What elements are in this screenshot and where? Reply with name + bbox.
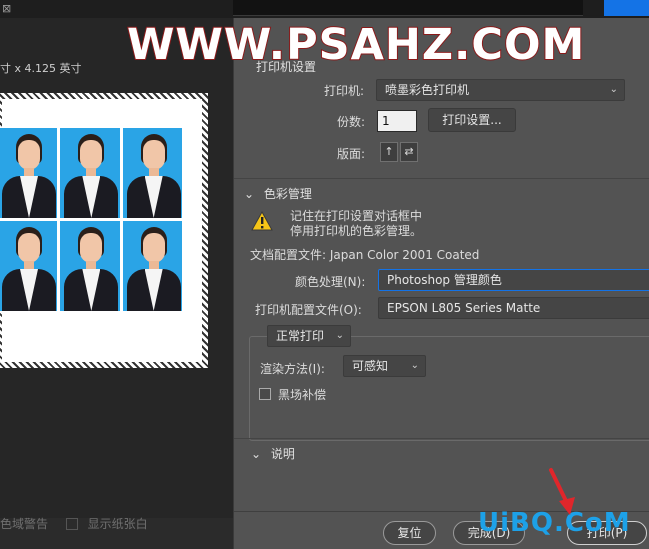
landscape-orientation-icon[interactable]: ⇄ [400, 142, 418, 162]
top-strip: ⊠ [0, 0, 649, 18]
proof-mode-select[interactable]: 正常打印 ⌄ [267, 325, 351, 347]
proof-mode-value: 正常打印 [276, 329, 325, 343]
portrait-orientation-icon[interactable]: ↑ [380, 142, 398, 162]
close-icon[interactable]: ⊠ [2, 2, 20, 16]
chevron-down-icon: ⌄ [251, 447, 262, 461]
top-blue-tab[interactable] [604, 0, 649, 16]
paper-size-label: 寸 x 4.125 英寸 [0, 62, 82, 75]
printer-select[interactable]: 喷墨彩色打印机 ⌄ [376, 79, 625, 101]
paper-white-label[interactable]: 显示纸张白 [88, 517, 148, 531]
gamut-warning-label[interactable]: 色域警告 [0, 517, 48, 531]
description-title: 说明 [270, 447, 295, 461]
document-profile-text: 文档配置文件: Japan Color 2001 Coated [250, 248, 480, 262]
photo-grid [0, 128, 182, 311]
printer-select-value: 喷墨彩色打印机 [385, 83, 470, 97]
color-handling-select[interactable]: Photoshop 管理颜色 [378, 269, 649, 291]
layout-label: 版面: [337, 147, 366, 161]
warning-icon [251, 211, 273, 231]
chevron-down-icon: ⌄ [609, 84, 618, 95]
printer-profile-label: 打印机配置文件(O): [255, 303, 362, 317]
red-arrow-icon [549, 468, 575, 515]
id-photo [0, 221, 58, 311]
render-intent-select[interactable]: 可感知 ⌄ [343, 355, 426, 377]
print-preview-panel: 寸 x 4.125 英寸 色域警告 显示纸张白 [0, 18, 233, 531]
color-handling-value: Photoshop 管理颜色 [387, 273, 502, 287]
warning-line-2: 停用打印机的色彩管理。 [290, 224, 423, 238]
copies-input[interactable]: 1 [377, 110, 417, 132]
id-photo [122, 221, 182, 311]
printer-label: 打印机: [324, 84, 365, 98]
id-photo [60, 128, 120, 218]
id-photo [0, 128, 58, 218]
watermark-top: WWW.PSAHZ.COM [126, 19, 586, 71]
id-photo [122, 128, 182, 218]
divider [234, 178, 649, 179]
description-header[interactable]: ⌄ 说明 [251, 445, 295, 462]
color-handling-label: 颜色处理(N): [295, 275, 366, 289]
printer-profile-select[interactable]: EPSON L805 Series Matte [378, 297, 649, 319]
color-management-header[interactable]: ⌄ 色彩管理 [244, 185, 312, 202]
render-intent-value: 可感知 [352, 359, 389, 373]
copies-label: 份数: [337, 115, 366, 129]
preview-options: 色域警告 显示纸张白 [0, 515, 148, 531]
chevron-down-icon: ⌄ [410, 360, 419, 371]
color-management-title: 色彩管理 [263, 187, 312, 201]
printer-profile-value: EPSON L805 Series Matte [387, 301, 541, 315]
reset-button[interactable]: 复位 [383, 521, 436, 545]
paper-white-checkbox[interactable] [65, 518, 78, 530]
chevron-down-icon: ⌄ [335, 330, 344, 341]
chevron-down-icon: ⌄ [244, 187, 255, 201]
id-photo [60, 221, 120, 311]
black-point-checkbox[interactable] [259, 388, 271, 400]
print-settings-button[interactable]: 打印设置... [428, 108, 516, 132]
black-point-label[interactable]: 黑场补偿 [278, 386, 326, 403]
top-dark-field [233, 0, 583, 16]
print-settings-panel: 打印机设置 打印机: 喷墨彩色打印机 ⌄ 份数: 1 打印设置... 版面: ↑… [233, 18, 649, 549]
render-intent-label: 渲染方法(I): [260, 362, 325, 376]
divider [234, 438, 649, 439]
